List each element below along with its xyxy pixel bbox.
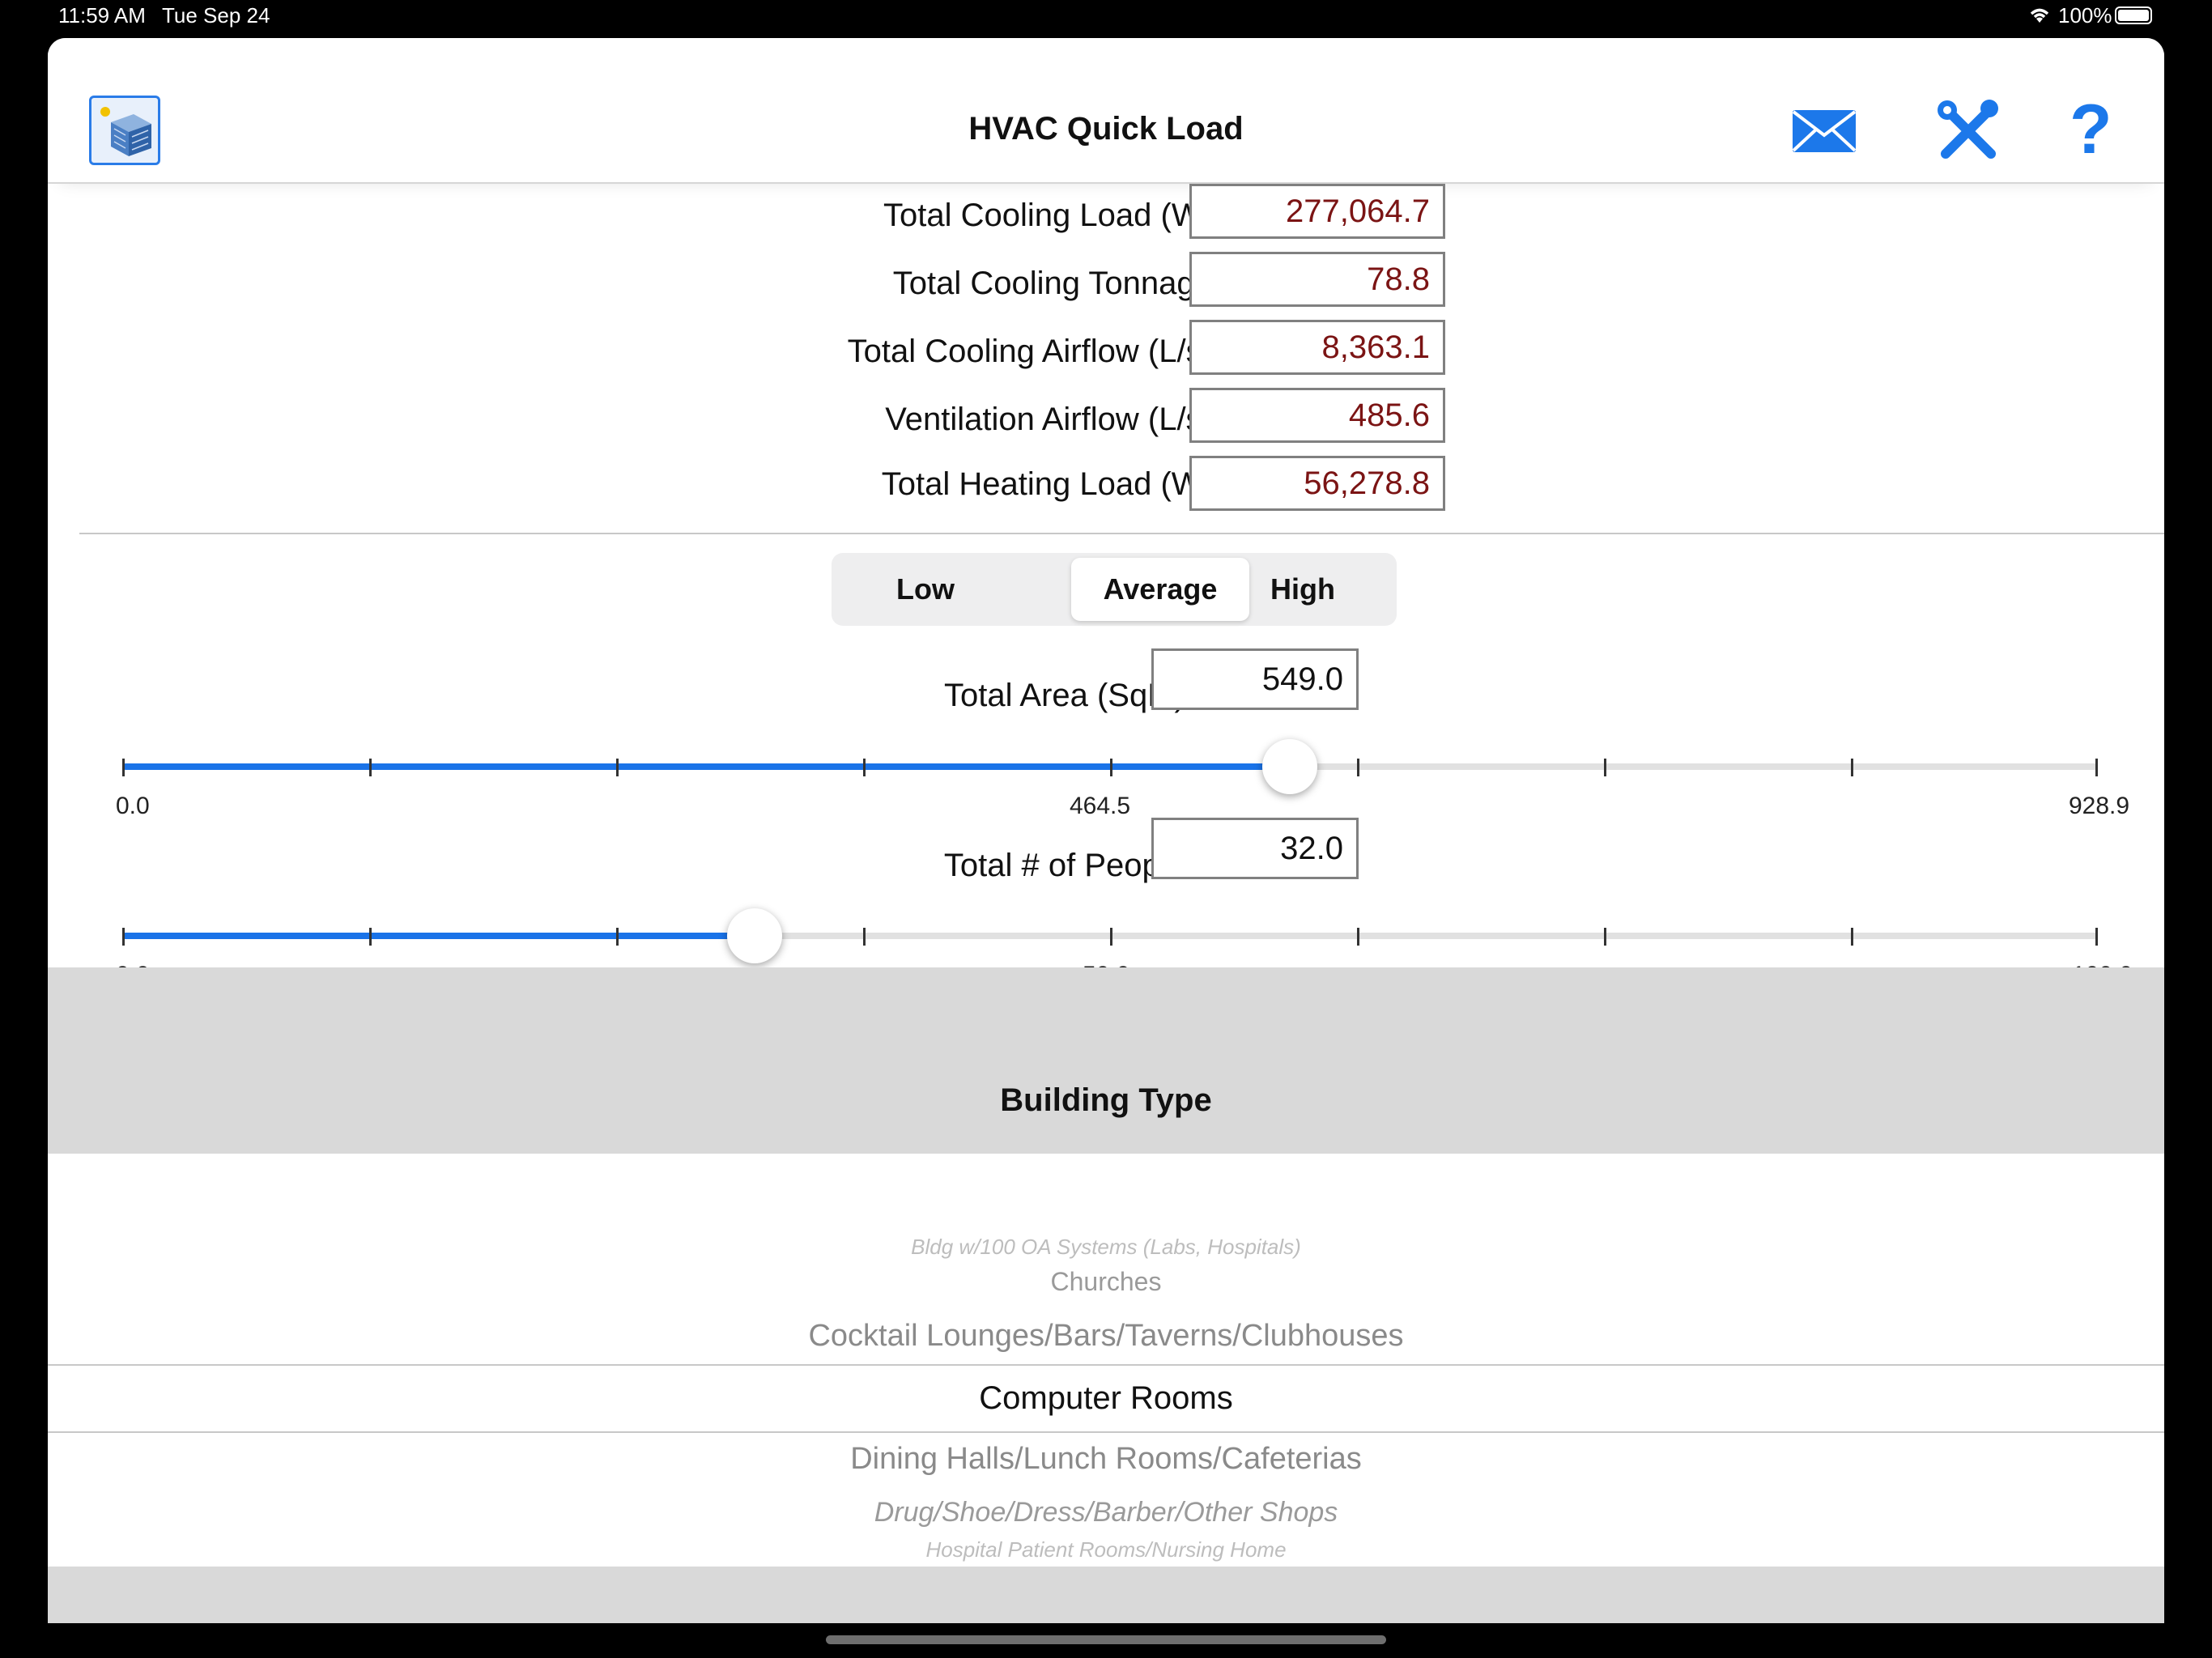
picker-option[interactable]: Cocktail Lounges/Bars/Taverns/Clubhouses <box>48 1319 2164 1354</box>
slider-mid-label: 464.5 <box>1070 793 1131 819</box>
slider-tick <box>1851 759 1853 776</box>
slider-tick <box>863 759 866 776</box>
total-cooling-tonnage-value: 78.8 <box>1189 252 1445 307</box>
result-label: Total Heating Load (W): <box>881 466 1222 502</box>
slider-min-label: 0.0 <box>116 793 150 819</box>
slider-tick <box>122 928 125 946</box>
slider-tick <box>369 759 372 776</box>
slider-thumb[interactable] <box>1262 739 1317 794</box>
picker-option[interactable]: Drug/Shoe/Dress/Barber/Other Shops <box>48 1497 2164 1528</box>
total-people-label: Total # of People: <box>943 848 1194 883</box>
total-cooling-airflow-value: 8,363.1 <box>1189 320 1445 375</box>
slider-tick <box>863 928 866 946</box>
slider-tick <box>1110 928 1112 946</box>
slider-tick <box>616 928 619 946</box>
wifi-icon <box>2027 6 2052 28</box>
slider-tick <box>1604 759 1606 776</box>
slider-tick <box>1357 928 1359 946</box>
building-type-picker[interactable]: Bldg w/100 OA Systems (Labs, Hospitals) … <box>48 1154 2164 1567</box>
picker-option[interactable]: Hospital Patient Rooms/Nursing Home <box>48 1537 2164 1562</box>
app-window: HVAC Quick Load ? Total Cooling Load (W)… <box>48 38 2164 1623</box>
slider-tick <box>1604 928 1606 946</box>
bottom-panel <box>48 1567 2164 1623</box>
slider-tick <box>1851 928 1853 946</box>
battery-percent: 100% <box>2058 3 2112 28</box>
home-indicator[interactable] <box>826 1635 1386 1644</box>
slider-tick <box>122 759 125 776</box>
total-people-input[interactable]: 32.0 <box>1151 818 1359 879</box>
slider-tick <box>616 759 619 776</box>
slider-fill <box>122 763 1290 770</box>
total-area-slider[interactable]: 0.0 464.5 928.9 <box>116 734 2129 819</box>
tools-icon[interactable] <box>1934 97 2001 168</box>
total-cooling-load-value: 277,064.7 <box>1189 184 1445 239</box>
slider-tick <box>1110 759 1112 776</box>
slider-max-label: 928.9 <box>2069 793 2130 819</box>
slider-tick <box>369 928 372 946</box>
nav-bar: HVAC Quick Load ? <box>48 38 2164 184</box>
picker-option[interactable]: Bldg w/100 OA Systems (Labs, Hospitals) <box>48 1235 2164 1260</box>
total-people-slider[interactable]: 0.0 50.0 100.0 <box>116 903 2133 988</box>
picker-selection-bottom <box>48 1431 2164 1433</box>
battery-icon <box>2115 6 2152 24</box>
result-label: Total Cooling Load (W): <box>883 198 1222 233</box>
help-icon[interactable]: ? <box>2069 93 2112 166</box>
picker-option-selected[interactable]: Computer Rooms <box>48 1380 2164 1417</box>
total-area-label: Total Area (SqM): <box>943 678 1194 713</box>
status-date: Tue Sep 24 <box>162 3 270 28</box>
segment-low[interactable]: Low <box>832 553 1019 626</box>
status-time: 11:59 AM <box>58 3 146 28</box>
segment-high[interactable]: High <box>1209 553 1397 626</box>
picker-option[interactable]: Dining Halls/Lunch Rooms/Cafeterias <box>48 1442 2164 1477</box>
slider-thumb[interactable] <box>727 908 782 963</box>
load-level-segmented-control: Low Average High <box>832 553 1397 626</box>
slider-fill <box>122 933 755 939</box>
result-label: Total Cooling Tonnage: <box>892 266 1222 301</box>
building-type-header: Building Type <box>48 967 2164 1154</box>
slider-tick <box>2095 928 2098 946</box>
mail-icon[interactable] <box>1790 108 1858 159</box>
picker-option[interactable]: Churches <box>48 1267 2164 1297</box>
total-heating-load-value: 56,278.8 <box>1189 456 1445 511</box>
ventilation-airflow-value: 485.6 <box>1189 388 1445 443</box>
result-label: Ventilation Airflow (L/s): <box>885 402 1222 437</box>
result-label: Total Cooling Airflow (L/s): <box>847 334 1222 369</box>
total-area-input[interactable]: 549.0 <box>1151 648 1359 710</box>
building-type-title: Building Type <box>1000 1082 1212 1118</box>
divider <box>79 533 2164 534</box>
slider-tick <box>1357 759 1359 776</box>
picker-selection-top <box>48 1364 2164 1366</box>
slider-tick <box>2095 759 2098 776</box>
